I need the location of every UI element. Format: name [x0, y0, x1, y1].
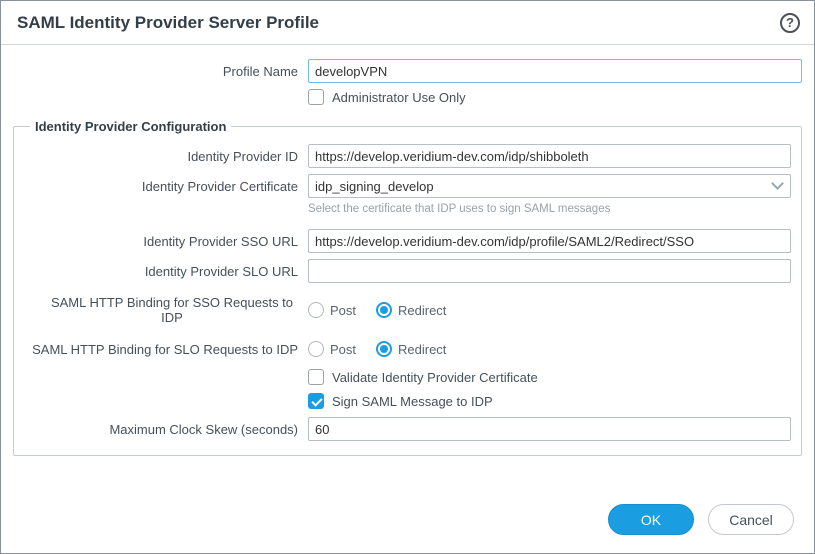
profile-name-row: Profile Name	[13, 59, 802, 83]
slo-url-label: Identity Provider SLO URL	[24, 264, 308, 279]
clock-skew-input[interactable]	[308, 417, 791, 441]
idp-cert-label: Identity Provider Certificate	[24, 179, 308, 194]
slo-binding-label: SAML HTTP Binding for SLO Requests to ID…	[24, 342, 308, 357]
sso-binding-redirect-radio[interactable]	[376, 302, 392, 318]
help-icon[interactable]: ?	[780, 13, 800, 33]
profile-name-label: Profile Name	[13, 64, 308, 79]
validate-cert-checkbox-box[interactable]	[308, 369, 324, 385]
slo-binding-redirect-radio[interactable]	[376, 341, 392, 357]
slo-binding-redirect-option[interactable]: Redirect	[376, 341, 446, 357]
sso-binding-radio-group: Post Redirect	[308, 302, 466, 318]
slo-url-row: Identity Provider SLO URL	[24, 259, 791, 283]
sso-binding-post-radio[interactable]	[308, 302, 324, 318]
idp-id-row: Identity Provider ID	[24, 144, 791, 168]
sso-url-row: Identity Provider SSO URL	[24, 229, 791, 253]
sso-url-input[interactable]	[308, 229, 791, 253]
slo-binding-post-radio[interactable]	[308, 341, 324, 357]
idp-cert-select[interactable]: idp_signing_develop	[308, 174, 791, 198]
admin-use-only-checkbox-box[interactable]	[308, 89, 324, 105]
slo-url-input[interactable]	[308, 259, 791, 283]
sso-binding-post-option[interactable]: Post	[308, 302, 356, 318]
validate-cert-row: Validate Identity Provider Certificate	[24, 369, 791, 385]
slo-binding-post-option[interactable]: Post	[308, 341, 356, 357]
sign-saml-checkbox-box[interactable]	[308, 393, 324, 409]
idp-cert-hint-row: Select the certificate that IDP uses to …	[24, 200, 791, 229]
admin-only-row: Administrator Use Only	[13, 89, 802, 105]
slo-binding-radio-group: Post Redirect	[308, 341, 466, 357]
cancel-button[interactable]: Cancel	[708, 504, 794, 535]
slo-binding-row: SAML HTTP Binding for SLO Requests to ID…	[24, 341, 791, 357]
validate-cert-label: Validate Identity Provider Certificate	[332, 370, 538, 385]
idp-cert-row: Identity Provider Certificate idp_signin…	[24, 174, 791, 198]
ok-button[interactable]: OK	[608, 504, 694, 535]
dialog-footer: OK Cancel	[13, 504, 802, 535]
validate-cert-checkbox[interactable]: Validate Identity Provider Certificate	[308, 369, 538, 385]
sso-url-label: Identity Provider SSO URL	[24, 234, 308, 249]
sign-saml-label: Sign SAML Message to IDP	[332, 394, 493, 409]
dialog-title: SAML Identity Provider Server Profile	[17, 13, 319, 33]
idp-configuration-group: Identity Provider Configuration Identity…	[13, 119, 802, 456]
dialog-body: Profile Name Administrator Use Only Iden…	[1, 45, 814, 553]
dialog-titlebar: SAML Identity Provider Server Profile ?	[1, 1, 814, 45]
sign-saml-checkbox[interactable]: Sign SAML Message to IDP	[308, 393, 493, 409]
sign-saml-row: Sign SAML Message to IDP	[24, 393, 791, 409]
admin-use-only-checkbox[interactable]: Administrator Use Only	[308, 89, 466, 105]
sso-binding-row: SAML HTTP Binding for SSO Requests to ID…	[24, 295, 791, 325]
sso-binding-label: SAML HTTP Binding for SSO Requests to ID…	[24, 295, 308, 325]
sso-binding-redirect-option[interactable]: Redirect	[376, 302, 446, 318]
idp-id-label: Identity Provider ID	[24, 149, 308, 164]
idp-cert-hint: Select the certificate that IDP uses to …	[308, 203, 610, 215]
saml-idp-server-profile-dialog: SAML Identity Provider Server Profile ? …	[0, 0, 815, 554]
idp-configuration-legend: Identity Provider Configuration	[30, 119, 231, 134]
idp-cert-selected-value: idp_signing_develop	[315, 179, 434, 194]
clock-skew-row: Maximum Clock Skew (seconds)	[24, 417, 791, 441]
idp-id-input[interactable]	[308, 144, 791, 168]
profile-name-input[interactable]	[308, 59, 802, 83]
clock-skew-label: Maximum Clock Skew (seconds)	[24, 422, 308, 437]
admin-use-only-label: Administrator Use Only	[332, 90, 466, 105]
chevron-down-icon	[771, 177, 784, 190]
